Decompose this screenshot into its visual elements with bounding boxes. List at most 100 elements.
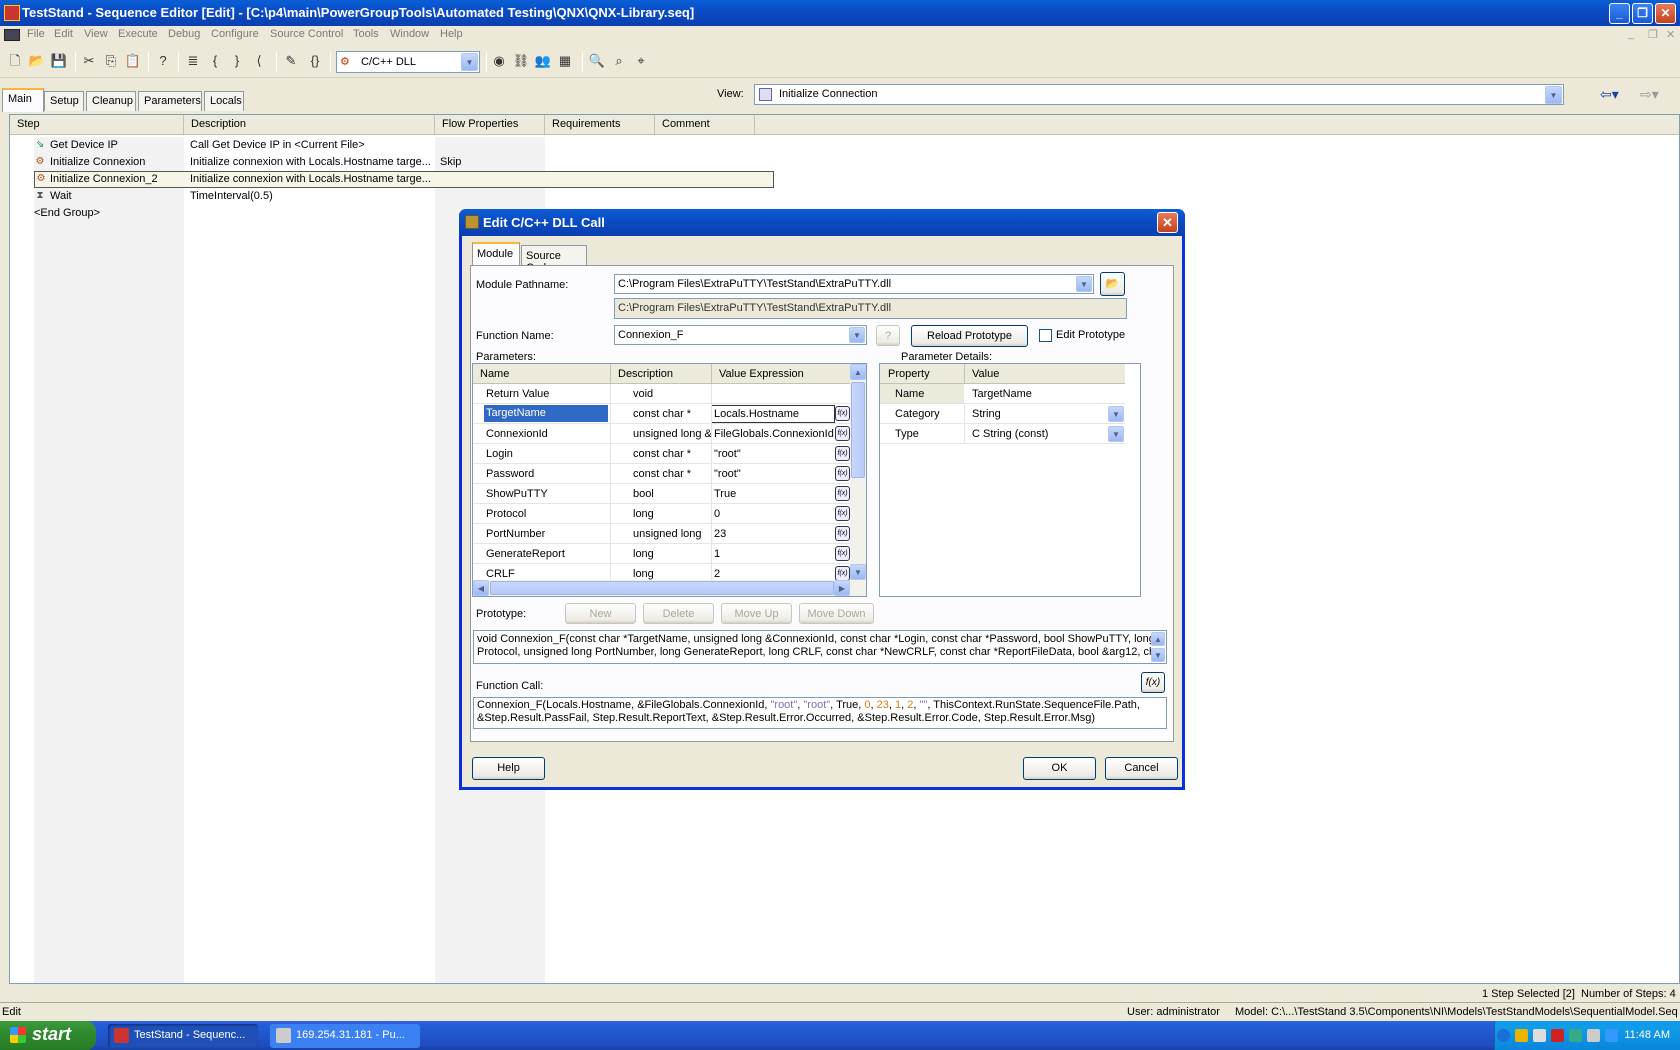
param-row[interactable]: GenerateReport long 1 f(x) xyxy=(473,544,850,564)
tab-setup[interactable]: Setup xyxy=(44,91,84,111)
scroll-up-icon[interactable]: ▲ xyxy=(850,364,866,380)
copy-icon[interactable]: ⎘ xyxy=(102,52,120,70)
menu-view[interactable]: View xyxy=(84,28,108,40)
chevron-down-icon[interactable]: ▼ xyxy=(1545,86,1562,104)
parameter-details-grid[interactable]: Property Value Name TargetName Category … xyxy=(879,363,1141,597)
save-icon[interactable]: 💾 xyxy=(50,52,68,70)
network-icon[interactable] xyxy=(1533,1029,1546,1042)
col-header-property[interactable]: Property xyxy=(888,368,930,380)
tab-module[interactable]: Module xyxy=(472,242,520,266)
statement-icon[interactable]: {} xyxy=(306,52,324,70)
replace-icon[interactable]: ⌖ xyxy=(632,52,650,70)
clock[interactable]: 11:48 AM xyxy=(1624,1029,1670,1041)
param-row[interactable]: Password const char * "root" f(x) xyxy=(473,464,850,484)
menu-edit[interactable]: Edit xyxy=(54,28,73,40)
expression-browse-icon[interactable]: f(x) xyxy=(835,506,850,521)
mdi-minimize-icon[interactable]: _ xyxy=(1628,28,1634,40)
expression-browse-icon[interactable]: f(x) xyxy=(835,486,850,501)
col-header-step[interactable]: Step xyxy=(10,115,184,135)
taskbar-item-putty[interactable]: 169.254.31.181 - Pu... xyxy=(270,1024,420,1048)
chevron-down-icon[interactable]: ▼ xyxy=(1076,276,1092,292)
param-row[interactable]: PortNumber unsigned long 23 f(x) xyxy=(473,524,850,544)
restore-button[interactable]: ❐ xyxy=(1632,3,1653,24)
tab-main[interactable]: Main xyxy=(2,88,44,112)
move-down-button[interactable]: Move Down xyxy=(799,603,874,624)
col-header-name[interactable]: Name xyxy=(480,368,509,380)
col-header-description[interactable]: Description xyxy=(618,368,673,380)
function-help-button[interactable]: ? xyxy=(876,325,900,346)
help-button[interactable]: Help xyxy=(472,757,545,780)
flow-loop-icon[interactable]: } xyxy=(228,52,246,70)
find-icon[interactable]: 🔍 xyxy=(588,52,606,70)
menu-file[interactable]: File xyxy=(27,28,45,40)
expression-browse-icon[interactable]: f(x) xyxy=(835,566,850,581)
param-row[interactable]: ShowPuTTY bool True f(x) xyxy=(473,484,850,504)
cancel-button[interactable]: Cancel xyxy=(1105,757,1178,780)
param-row[interactable]: Protocol long 0 f(x) xyxy=(473,504,850,524)
adapter-select[interactable]: ⚙ C/C++ DLL ▼ xyxy=(336,51,480,73)
tab-locals[interactable]: Locals xyxy=(204,91,244,111)
function-call-textarea[interactable]: Connexion_F(Locals.Hostname, &FileGlobal… xyxy=(473,697,1167,729)
col-header-requirements[interactable]: Requirements xyxy=(545,115,655,135)
tray-app-icon[interactable] xyxy=(1605,1029,1618,1042)
parameters-horizontal-scrollbar[interactable]: ◀ ▶ xyxy=(473,580,866,596)
mdi-close-icon[interactable]: ✕ xyxy=(1666,28,1675,41)
taskbar-item-teststand[interactable]: TestStand - Sequenc... xyxy=(108,1024,258,1048)
parameters-vertical-scrollbar[interactable]: ▲ ▼ xyxy=(850,364,866,580)
step-row[interactable]: ⇘ Get Device IP Call Get Device IP in <C… xyxy=(10,137,770,154)
menu-source-control[interactable]: Source Control xyxy=(270,28,343,40)
shield-icon[interactable] xyxy=(1515,1029,1528,1042)
step-row[interactable]: ⧗ Wait TimeInterval(0.5) xyxy=(10,188,770,205)
start-button[interactable]: start xyxy=(0,1021,96,1050)
expression-browse-icon[interactable]: f(x) xyxy=(835,466,850,481)
col-header-description[interactable]: Description xyxy=(184,115,435,135)
open-folder-icon[interactable]: 📂 xyxy=(28,52,46,70)
scroll-down-icon[interactable]: ▼ xyxy=(850,564,866,580)
chevron-down-icon[interactable]: ▼ xyxy=(461,53,478,71)
scroll-thumb[interactable] xyxy=(851,382,865,478)
context-help-icon[interactable]: ? xyxy=(154,52,172,70)
document-menu-icon[interactable] xyxy=(4,29,20,41)
view-select[interactable]: Initialize Connection ▼ xyxy=(754,84,1564,105)
param-row[interactable]: Login const char * "root" f(x) xyxy=(473,444,850,464)
reload-prototype-button[interactable]: Reload Prototype xyxy=(911,325,1028,347)
station-icon[interactable]: ▦ xyxy=(556,52,574,70)
scroll-down-icon[interactable]: ▼ xyxy=(1151,648,1165,662)
new-parameter-button[interactable]: New xyxy=(565,603,636,624)
step-row-selected[interactable]: ⚙ Initialize Connexion_2 Initialize conn… xyxy=(34,171,774,188)
hierarchy-icon[interactable]: ⛓ xyxy=(512,52,530,70)
menu-tools[interactable]: Tools xyxy=(353,28,379,40)
chevron-down-icon[interactable]: ▼ xyxy=(849,327,865,343)
col-header-value-expression[interactable]: Value Expression xyxy=(719,368,804,380)
col-header-flow[interactable]: Flow Properties xyxy=(435,115,545,135)
parameters-grid[interactable]: Name Description Value Expression Return… xyxy=(472,363,867,597)
step-row[interactable]: ⚙ Initialize Connexion Initialize connex… xyxy=(10,154,770,171)
chevron-down-icon[interactable]: ▼ xyxy=(1108,406,1124,422)
edit-step-icon[interactable]: ✎ xyxy=(282,52,300,70)
menu-window[interactable]: Window xyxy=(390,28,429,40)
scroll-up-icon[interactable]: ▲ xyxy=(1151,632,1165,646)
scroll-thumb[interactable] xyxy=(490,581,834,595)
tray-app-icon[interactable] xyxy=(1587,1029,1600,1042)
mdi-restore-icon[interactable]: ❐ xyxy=(1648,28,1658,41)
paste-icon[interactable]: 📋 xyxy=(124,52,142,70)
expression-browse-icon[interactable]: f(x) xyxy=(835,526,850,541)
find-next-icon[interactable]: ⌕ xyxy=(610,52,628,70)
tab-source-code[interactable]: Source Code xyxy=(521,245,587,274)
dialog-close-button[interactable]: ✕ xyxy=(1157,212,1178,233)
menu-execute[interactable]: Execute xyxy=(118,28,158,40)
function-name-select[interactable]: Connexion_F ▼ xyxy=(614,325,867,345)
antivirus-icon[interactable] xyxy=(1551,1029,1564,1042)
close-window-button[interactable]: ✕ xyxy=(1655,3,1676,24)
flow-if-icon[interactable]: { xyxy=(206,52,224,70)
flow-else-icon[interactable]: ⟨ xyxy=(250,52,268,70)
window-title-bar[interactable]: TestStand - Sequence Editor [Edit] - [C:… xyxy=(0,0,1680,26)
insert-step-icon[interactable]: ≣ xyxy=(184,52,202,70)
ok-button[interactable]: OK xyxy=(1023,757,1096,780)
chevron-down-icon[interactable]: ▼ xyxy=(1108,426,1124,442)
col-header-comment[interactable]: Comment xyxy=(655,115,755,135)
prototype-textarea[interactable]: void Connexion_F(const char *TargetName,… xyxy=(473,630,1167,664)
edit-prototype-checkbox[interactable] xyxy=(1039,329,1052,342)
param-row[interactable]: Return Value void xyxy=(473,384,850,404)
delete-parameter-button[interactable]: Delete xyxy=(643,603,714,624)
